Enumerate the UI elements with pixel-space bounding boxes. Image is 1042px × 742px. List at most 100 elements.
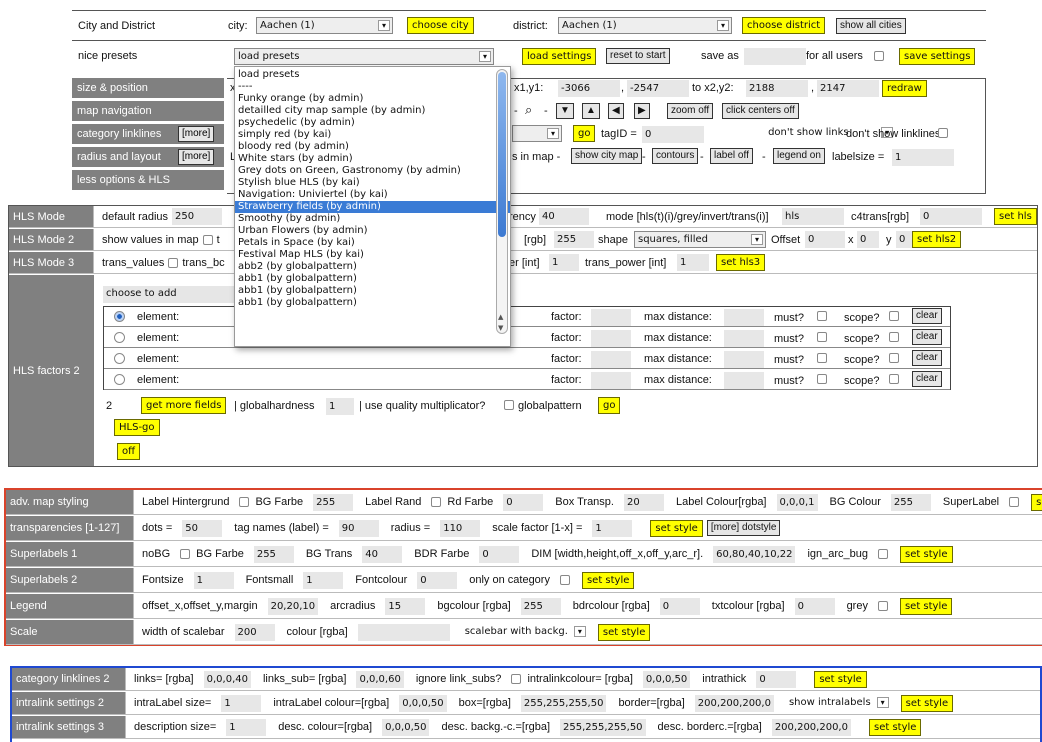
- menu-category-linklines[interactable]: category linklines [more]: [72, 124, 224, 144]
- save-as-input[interactable]: [744, 47, 806, 65]
- field-input[interactable]: 0: [503, 493, 544, 511]
- factor-input[interactable]: [591, 330, 631, 347]
- y2-input[interactable]: 2147: [817, 80, 879, 97]
- set-style-button[interactable]: set style: [814, 670, 867, 688]
- mode-input[interactable]: hls: [782, 208, 844, 225]
- field-input[interactable]: 1: [303, 571, 344, 589]
- linklines-checkbox[interactable]: [938, 128, 948, 138]
- get-more-fields-button[interactable]: get more fields: [141, 397, 227, 414]
- arrow-right-icon[interactable]: ▶: [634, 103, 650, 119]
- set-style-button[interactable]: set style: [1031, 493, 1042, 511]
- city-select[interactable]: Aachen (1) ▾: [256, 17, 393, 34]
- default-radius-input[interactable]: 250: [172, 208, 223, 225]
- show-all-cities-button[interactable]: show all cities: [836, 17, 906, 34]
- must-checkbox[interactable]: [817, 332, 827, 342]
- dropdown-item[interactable]: Funky orange (by admin): [235, 93, 510, 105]
- field-input[interactable]: 0: [479, 545, 520, 563]
- dropdown-item[interactable]: White stars (by admin): [235, 153, 510, 165]
- field-input[interactable]: 255,255,255,50: [520, 694, 607, 712]
- field-input[interactable]: 255: [890, 493, 931, 511]
- more-button[interactable]: [more]: [178, 126, 215, 142]
- legend-on-button[interactable]: legend on: [773, 148, 825, 164]
- dropdown-item[interactable]: ----: [235, 81, 510, 93]
- scope-checkbox[interactable]: [889, 332, 899, 342]
- factor-radio[interactable]: [114, 353, 125, 364]
- field-input[interactable]: 90: [338, 519, 379, 537]
- field-input[interactable]: 200: [234, 623, 275, 641]
- field-select[interactable]: scalebar with backg. ▾: [462, 624, 588, 641]
- choose-district-button[interactable]: choose district: [742, 17, 826, 34]
- labelsize-input[interactable]: 1: [892, 149, 954, 166]
- save-settings-button[interactable]: save settings: [899, 47, 976, 65]
- must-checkbox[interactable]: [817, 311, 827, 321]
- presets-dropdown[interactable]: load presets ---- Funky orange (by admin) d…: [234, 66, 511, 347]
- field-input[interactable]: 1: [221, 694, 262, 712]
- show-values-checkbox[interactable]: [202, 234, 213, 245]
- factor-radio[interactable]: [114, 311, 125, 322]
- category-select[interactable]: ▾: [512, 125, 562, 142]
- go-button[interactable]: go: [573, 125, 596, 142]
- dropdown-item[interactable]: Petals in Space (by kai): [235, 237, 510, 249]
- field-input[interactable]: 15: [385, 597, 426, 615]
- zoom-off-button[interactable]: zoom off: [667, 103, 714, 119]
- field-checkbox[interactable]: [878, 549, 889, 559]
- set-hls3-button[interactable]: set hls3: [716, 254, 766, 271]
- offset-input[interactable]: 0: [805, 231, 845, 248]
- scope-checkbox[interactable]: [889, 374, 899, 384]
- field-input[interactable]: 200,200,200,0: [694, 694, 774, 712]
- set-style-button[interactable]: set style: [650, 519, 703, 537]
- dropdown-item[interactable]: abb1 (by globalpattern): [235, 273, 510, 285]
- field-checkbox[interactable]: [239, 497, 250, 507]
- set-style-button[interactable]: set style: [868, 718, 922, 736]
- field-input[interactable]: 0,0,0,50: [642, 670, 691, 688]
- go-button[interactable]: go: [598, 397, 621, 414]
- shape-select[interactable]: squares, filled ▾: [634, 231, 766, 248]
- dropdown-item[interactable]: Grey dots on Green, Gastronomy (by admin…: [235, 165, 510, 177]
- max-distance-input[interactable]: [724, 351, 764, 368]
- arrow-down-icon[interactable]: ▼: [556, 103, 574, 119]
- offset-x-input[interactable]: 0: [857, 231, 879, 248]
- field-input[interactable]: 255: [313, 493, 354, 511]
- field-input[interactable]: 0,0,0,40: [203, 670, 251, 688]
- x2-input[interactable]: 2188: [746, 80, 808, 97]
- reset-button[interactable]: reset to start: [606, 48, 670, 64]
- field-checkbox[interactable]: [431, 497, 442, 507]
- max-distance-input[interactable]: [724, 330, 764, 347]
- field-checkbox[interactable]: [180, 549, 191, 559]
- clear-button[interactable]: clear: [912, 329, 942, 345]
- dropdown-item[interactable]: abb2 (by globalpattern): [235, 261, 510, 273]
- click-centers-button[interactable]: click centers off: [722, 103, 799, 119]
- menu-size-position[interactable]: size & position: [72, 78, 224, 98]
- set-style-button[interactable]: set style: [581, 571, 635, 589]
- field-checkbox[interactable]: [877, 601, 888, 611]
- y1-input[interactable]: -2547: [627, 80, 689, 97]
- redraw-button[interactable]: redraw: [882, 80, 927, 97]
- field-input[interactable]: 255: [253, 545, 294, 563]
- trans-power-input[interactable]: 1: [677, 254, 709, 271]
- set-hls-button[interactable]: set hls: [994, 208, 1037, 225]
- field-input[interactable]: 0,0,0,1: [776, 493, 818, 511]
- dropdown-item[interactable]: bloody red (by admin): [235, 141, 510, 153]
- c4trans-input[interactable]: 0: [920, 208, 982, 225]
- field-input[interactable]: 50: [182, 519, 223, 537]
- label-off-button[interactable]: label off: [710, 148, 753, 164]
- load-settings-button[interactable]: load settings: [522, 47, 597, 65]
- field-checkbox[interactable]: [1009, 497, 1020, 507]
- factor-radio[interactable]: [114, 374, 125, 385]
- set-style-button[interactable]: set style: [900, 545, 953, 563]
- field-input[interactable]: 0,0,0,50: [399, 694, 447, 712]
- dropdown-item[interactable]: Smoothy (by admin): [235, 213, 510, 225]
- zoom-out-icon[interactable]: ⌕: [525, 102, 532, 118]
- clear-button[interactable]: clear: [912, 350, 942, 366]
- scroll-up-icon[interactable]: ▲: [498, 313, 503, 321]
- field-input[interactable]: 20,20,10: [267, 597, 319, 615]
- presets-select[interactable]: load presets ▾: [234, 47, 494, 65]
- rgb-input[interactable]: 255: [554, 231, 594, 248]
- dropdown-item[interactable]: simply red (by kai): [235, 129, 510, 141]
- dropdown-item[interactable]: load presets: [235, 69, 510, 81]
- dropdown-item[interactable]: Stylish blue HLS (by kai): [235, 177, 510, 189]
- factor-input[interactable]: [591, 351, 631, 368]
- dropdown-item[interactable]: Navigation: Univiertel (by kai): [235, 189, 510, 201]
- arrow-up-icon[interactable]: ▲: [582, 103, 600, 119]
- globalpattern-checkbox[interactable]: [504, 400, 514, 410]
